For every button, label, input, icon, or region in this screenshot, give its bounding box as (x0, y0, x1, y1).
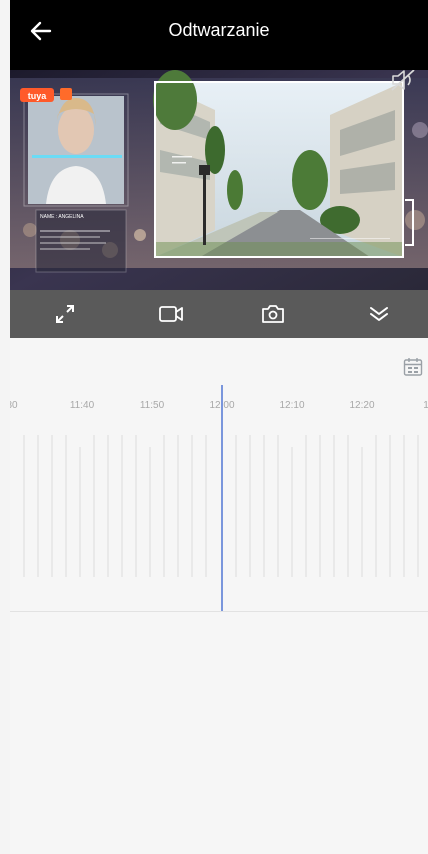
snapshot-button[interactable] (256, 298, 290, 330)
video-player[interactable]: tuya NAME : ANGELINA (10, 70, 428, 290)
video-frame: tuya NAME : ANGELINA (10, 70, 428, 290)
top-bar: Odtwarzanie (10, 0, 428, 70)
timeline-bottom-divider (10, 611, 428, 612)
record-button[interactable] (154, 298, 188, 330)
fullscreen-button[interactable] (48, 298, 82, 330)
recording-timeline[interactable]: 30 11:40 11:50 12:00 12:10 12:20 1 (10, 385, 428, 611)
calendar-icon[interactable] (402, 356, 424, 378)
speaker-muted-icon[interactable] (388, 70, 418, 94)
double-chevron-down-icon (370, 307, 388, 321)
tuya-badge-text: tuya (28, 91, 48, 101)
playback-screen: Odtwarzanie tuya NAME: ANGELINA 0 11:40… (10, 0, 428, 854)
expand-icon (56, 305, 74, 323)
more-options-button[interactable] (362, 298, 396, 330)
camera-icon (262, 305, 284, 323)
page-title: Odtwarzanie (168, 20, 270, 40)
timeline-segments (23, 385, 419, 611)
video-camera-icon (159, 306, 183, 322)
playback-controls-bar (10, 290, 428, 338)
name-card-text: NAME : ANGELINA (40, 214, 84, 220)
